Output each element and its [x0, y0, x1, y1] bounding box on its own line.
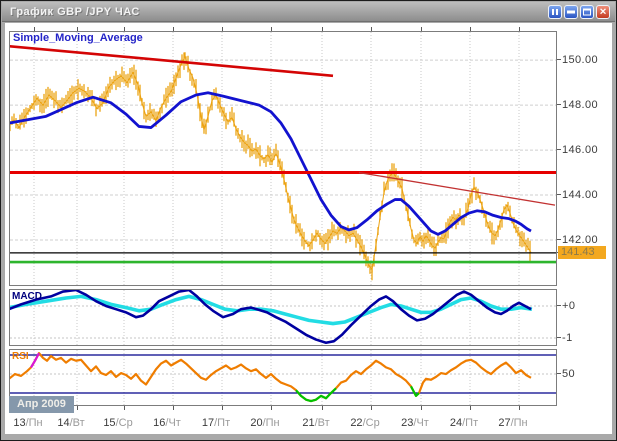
rsi-indicator-label: RSI: [12, 351, 29, 362]
rsi-panel[interactable]: [9, 349, 557, 406]
x-axis-tick: [421, 27, 422, 31]
price-chart-panel[interactable]: [9, 31, 557, 286]
macd-canvas: [10, 290, 556, 345]
title-bar[interactable]: График GBP /JPY ЧАС ✕: [2, 2, 615, 22]
x-axis-tick: [124, 406, 125, 410]
x-axis-label: 13/Пн: [13, 417, 43, 429]
x-axis-label: 21/Вт: [302, 417, 330, 429]
x-axis-tick: [77, 27, 78, 31]
x-axis-label: 16/Чт: [153, 417, 181, 429]
y-axis-label: 146.00: [562, 144, 599, 157]
x-axis-tick: [222, 406, 223, 410]
y-axis-label: 150.00: [562, 54, 599, 67]
y-axis-label: 144.00: [562, 189, 599, 202]
x-axis-label: 27/Пн: [498, 417, 528, 429]
chart-window: График GBP /JPY ЧАС ✕ Simple_Moving_Aver…: [0, 0, 617, 441]
macd-axis-tick: [557, 336, 561, 338]
y-axis-tick: [557, 104, 561, 106]
x-axis-tick: [222, 27, 223, 31]
x-axis-tick: [322, 406, 323, 410]
price-chart-canvas: [10, 32, 556, 285]
macd-axis-label: +0: [562, 299, 576, 312]
close-button[interactable]: ✕: [596, 5, 610, 19]
x-axis-label: 24/Пт: [449, 417, 479, 429]
x-axis-label: 15/Ср: [103, 417, 133, 429]
x-axis-tick: [271, 27, 272, 31]
x-axis-label: 20/Пн: [250, 417, 280, 429]
macd-axis-tick: [557, 304, 561, 306]
x-axis-tick: [421, 406, 422, 410]
x-axis-label: 14/Вт: [57, 417, 85, 429]
x-axis-tick: [271, 406, 272, 410]
y-axis-tick: [557, 59, 561, 61]
x-axis-label: 23/Чт: [401, 417, 429, 429]
x-axis-tick: [173, 27, 174, 31]
pause-icon: [552, 9, 558, 15]
x-axis-tick: [519, 27, 520, 31]
y-axis-label: 142.00: [562, 234, 599, 247]
x-axis-tick: [34, 27, 35, 31]
rsi-canvas: [10, 350, 556, 405]
rsi-axis-label: 50: [562, 368, 576, 381]
macd-indicator-label: MACD: [12, 291, 42, 302]
x-axis-tick: [470, 27, 471, 31]
month-badge: Апр 2009: [9, 396, 74, 413]
x-axis-tick: [470, 406, 471, 410]
x-axis-tick: [124, 27, 125, 31]
window-title: График GBP /JPY ЧАС: [10, 5, 140, 18]
minimize-button[interactable]: [564, 5, 578, 19]
x-axis-tick: [77, 406, 78, 410]
macd-panel[interactable]: [9, 289, 557, 346]
maximize-icon: [583, 8, 591, 16]
close-icon: ✕: [599, 6, 607, 17]
minimize-icon: [567, 10, 575, 14]
sma-indicator-label: Simple_Moving_Average: [13, 32, 143, 44]
y-axis-tick: [557, 239, 561, 241]
x-axis-label: 22/Ср: [350, 417, 380, 429]
freeze-button[interactable]: [548, 5, 562, 19]
y-axis-label: 148.00: [562, 99, 599, 112]
x-axis-tick: [519, 406, 520, 410]
macd-axis-label: -1: [562, 331, 573, 344]
maximize-button[interactable]: [580, 5, 594, 19]
window-controls: ✕: [548, 5, 610, 19]
x-axis-tick: [371, 27, 372, 31]
x-axis-label: 17/Пт: [201, 417, 231, 429]
x-axis-tick: [322, 27, 323, 31]
x-axis-tick: [173, 406, 174, 410]
rsi-axis-tick: [557, 373, 561, 375]
x-axis-tick: [371, 406, 372, 410]
y-axis-tick: [557, 194, 561, 196]
y-axis-tick: [557, 149, 561, 151]
current-price-badge: 141.43: [558, 246, 606, 259]
